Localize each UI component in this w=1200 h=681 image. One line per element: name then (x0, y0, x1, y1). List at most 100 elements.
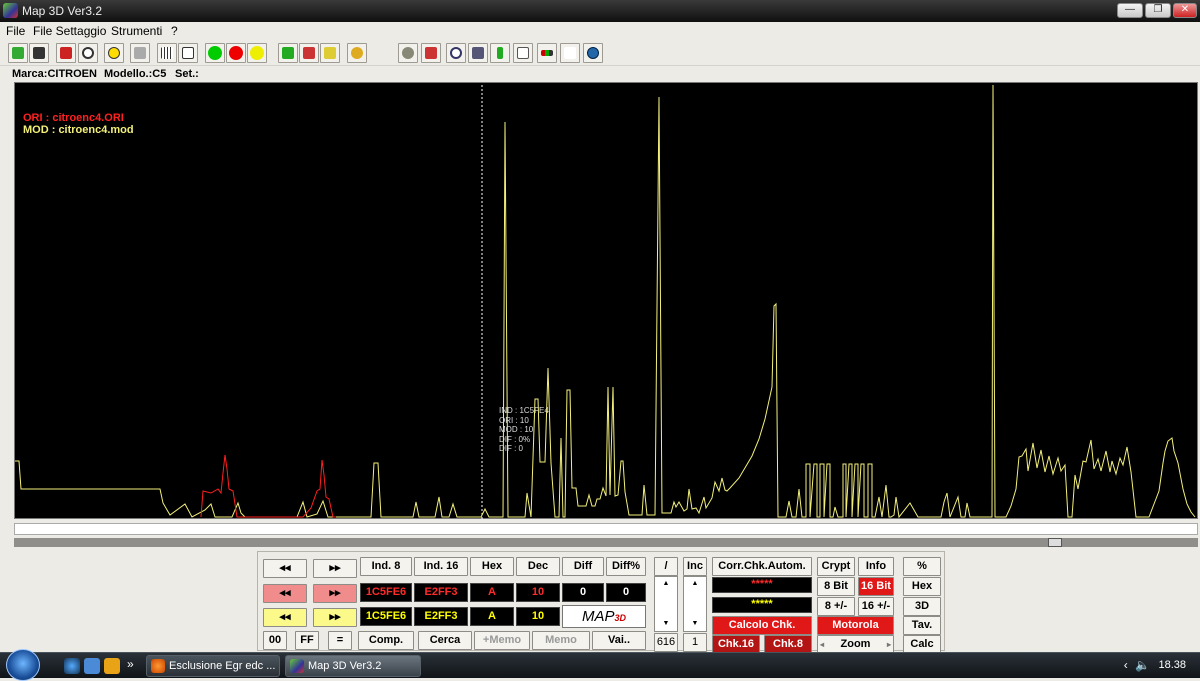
function-icon[interactable] (560, 43, 580, 63)
notes-icon[interactable] (468, 43, 488, 63)
red-light-icon[interactable] (226, 43, 246, 63)
checksum-icon[interactable] (347, 43, 367, 63)
right-spinner-up[interactable]: ▲ (684, 577, 706, 591)
battery-icon[interactable] (537, 43, 557, 63)
menu-file[interactable]: File (6, 24, 25, 38)
ori-prev-button[interactable]: ◂◂ (263, 559, 307, 578)
media-player-icon[interactable] (104, 658, 120, 674)
inc-button[interactable]: Inc (683, 557, 707, 576)
3d-view-button[interactable]: 3D (903, 597, 941, 616)
8-plus-minus-button[interactable]: 8 +/- (817, 597, 855, 616)
compare-red-icon[interactable] (299, 43, 319, 63)
compare-green-icon[interactable] (278, 43, 298, 63)
vai-button[interactable]: Vai.. (592, 631, 646, 650)
ind8-header[interactable]: Ind. 8 (360, 557, 412, 576)
percent-button[interactable]: % (903, 557, 941, 576)
download-icon[interactable] (490, 43, 510, 63)
map-graph[interactable]: ORI : citroenc4.ORI MOD : citroenc4.mod … (14, 82, 1198, 520)
crypt-button[interactable]: Crypt (817, 557, 855, 576)
ori-dec-value: 10 (516, 583, 560, 602)
add-memo-button[interactable]: +Memo (474, 631, 530, 650)
bookmark-icon[interactable] (56, 43, 76, 63)
set-label: Set.: (175, 68, 199, 80)
8-bit-button[interactable]: 8 Bit (817, 577, 855, 596)
yellow-light-icon[interactable] (247, 43, 267, 63)
motorola-button[interactable]: Motorola (817, 616, 894, 635)
graph-range-bar[interactable] (14, 523, 1198, 535)
settings-icon[interactable] (398, 43, 418, 63)
cursor-tooltip: IND : 1C5FE4 ORI : 10 MOD : 10 DIF : 0% … (499, 406, 549, 454)
diff-header[interactable]: Diff (562, 557, 604, 576)
corr-chk-autom-button[interactable]: Corr.Chk.Autom. (712, 557, 812, 576)
car-icon[interactable] (421, 43, 441, 63)
mod-dec-value: 10 (516, 607, 560, 626)
menu-help[interactable]: ? (171, 24, 178, 38)
show-hidden-icons-button[interactable]: ‹ (1124, 658, 1128, 672)
clock[interactable]: 18.38 (1158, 659, 1186, 671)
cerca-button[interactable]: Cerca (418, 631, 472, 650)
right-spinner-down[interactable]: ▼ (684, 617, 706, 631)
info-button[interactable]: Info (858, 557, 894, 576)
dec-header[interactable]: Dec (516, 557, 560, 576)
scrollbar-thumb[interactable] (1048, 538, 1062, 547)
graph-canvas (15, 84, 1196, 520)
ind16-header[interactable]: Ind. 16 (414, 557, 468, 576)
grid-icon[interactable] (157, 43, 177, 63)
green-light-icon[interactable] (205, 43, 225, 63)
hex-header[interactable]: Hex (470, 557, 514, 576)
menu-bar: File File Settaggio Strumenti ? (0, 22, 1200, 40)
document-icon[interactable] (513, 43, 533, 63)
chart-icon[interactable] (178, 43, 198, 63)
task-firefox[interactable]: Esclusione Egr edc ... (146, 655, 280, 677)
right-spinner-value: 1 (683, 633, 707, 652)
desktop-icon[interactable] (84, 658, 100, 674)
ori-next-button[interactable]: ▸▸ (313, 559, 357, 578)
task-firefox-label: Esclusione Egr edc ... (169, 660, 276, 672)
button-equals[interactable]: = (328, 631, 352, 650)
memo-button[interactable]: Memo (532, 631, 590, 650)
maximize-button[interactable]: ❐ (1145, 3, 1171, 18)
diff-pct-header[interactable]: Diff% (606, 557, 646, 576)
warning-icon[interactable] (104, 43, 124, 63)
menu-file-settaggio[interactable]: File Settaggio (33, 24, 106, 38)
16-bit-button[interactable]: 16 Bit (858, 577, 894, 596)
yellow-prev-button[interactable]: ◂◂ (263, 608, 307, 627)
left-spinner[interactable]: ▲ ▼ (654, 576, 678, 632)
yellow-next-button[interactable]: ▸▸ (313, 608, 357, 627)
minimize-button[interactable]: — (1117, 3, 1143, 18)
ie-icon[interactable] (64, 658, 80, 674)
16-plus-minus-button[interactable]: 16 +/- (858, 597, 894, 616)
marca-label: Marca:CITROEN (12, 68, 97, 80)
graph-scrollbar[interactable] (14, 538, 1198, 547)
compare-yellow-icon[interactable] (320, 43, 340, 63)
mod-trace (15, 84, 1196, 519)
mod-ind16-value: E2FF3 (414, 607, 468, 626)
left-spinner-up[interactable]: ▲ (655, 577, 677, 591)
calcolo-chk-button[interactable]: Calcolo Chk. (712, 616, 812, 635)
zoom-right-arrow-icon[interactable]: ▸ (887, 636, 891, 653)
slash-button[interactable]: / (654, 557, 678, 576)
lock-icon[interactable] (130, 43, 150, 63)
left-spinner-down[interactable]: ▼ (655, 617, 677, 631)
volume-icon[interactable]: 🔈 (1135, 658, 1150, 672)
tav-button[interactable]: Tav. (903, 616, 941, 635)
comp-button[interactable]: Comp. (358, 631, 414, 650)
pink-next-button[interactable]: ▸▸ (313, 584, 357, 603)
close-button[interactable]: ✕ (1173, 3, 1197, 18)
button-00[interactable]: 00 (263, 631, 287, 650)
globe-icon[interactable] (583, 43, 603, 63)
magnifier-icon[interactable] (446, 43, 466, 63)
quicklaunch-more[interactable]: » (127, 657, 134, 671)
task-map3d[interactable]: Map 3D Ver3.2 (285, 655, 421, 677)
gauge-icon[interactable] (78, 43, 98, 63)
start-button[interactable] (6, 649, 40, 681)
left-spinner-value: 616 (654, 633, 678, 652)
zoom-left-arrow-icon[interactable]: ◂ (820, 636, 824, 653)
pink-prev-button[interactable]: ◂◂ (263, 584, 307, 603)
open-file-icon[interactable] (8, 43, 28, 63)
chip-icon[interactable] (29, 43, 49, 63)
hex-view-button[interactable]: Hex (903, 577, 941, 596)
menu-strumenti[interactable]: Strumenti (111, 24, 162, 38)
right-spinner[interactable]: ▲ ▼ (683, 576, 707, 632)
button-ff[interactable]: FF (295, 631, 319, 650)
